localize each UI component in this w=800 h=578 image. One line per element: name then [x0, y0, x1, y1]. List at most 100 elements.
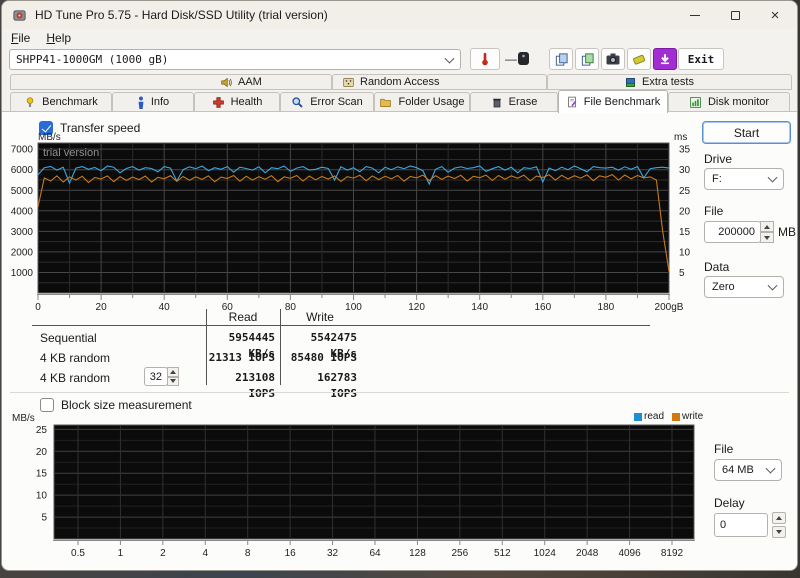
temperature-button[interactable]	[470, 48, 500, 70]
tab-folder-usage[interactable]: Folder Usage	[374, 92, 470, 111]
block-file-size-select[interactable]: 64 MB	[714, 459, 782, 481]
start-button[interactable]: Start	[702, 121, 791, 144]
svg-text:8192: 8192	[661, 548, 684, 559]
tab-error-scan-label: Error Scan	[310, 96, 363, 108]
svg-text:25: 25	[36, 425, 48, 436]
tab-health[interactable]: Health	[194, 92, 280, 111]
menu-help[interactable]: Help	[46, 31, 71, 45]
svg-text:140: 140	[471, 302, 488, 313]
svg-text:10: 10	[36, 491, 48, 502]
drive-selector-value: SHPP41-1000GM (1000 gB)	[16, 53, 169, 66]
data-pattern-select[interactable]: Zero	[704, 276, 784, 298]
random-qd32-read-value: 213108 IOPS	[235, 371, 275, 400]
stepper-up-button[interactable]	[167, 367, 179, 377]
drive-label: Drive	[704, 152, 733, 166]
minimize-icon	[690, 14, 700, 16]
stepper-up-button[interactable]	[772, 512, 786, 524]
chevron-down-icon	[767, 280, 778, 291]
copy-results-button[interactable]	[549, 48, 573, 70]
svg-text:40: 40	[159, 302, 171, 313]
table-header-rule	[32, 325, 650, 326]
drive-select[interactable]: F:	[704, 168, 784, 190]
tab-erase-label: Erase	[508, 96, 538, 108]
tab-file-benchmark[interactable]: File Benchmark	[558, 90, 668, 113]
tab-aam-content[interactable]: AAM	[220, 75, 262, 89]
chevron-down-icon	[765, 463, 776, 474]
close-button[interactable]: ×	[755, 1, 795, 29]
menu-file[interactable]: File	[11, 31, 30, 45]
svg-text:20: 20	[36, 447, 48, 458]
svg-text:20: 20	[679, 206, 691, 217]
table-divider	[280, 309, 281, 385]
file-size-unit: MB	[778, 225, 796, 239]
svg-text:2048: 2048	[576, 548, 599, 559]
close-icon: ×	[770, 6, 780, 24]
svg-text:180: 180	[598, 302, 615, 313]
minimize-button[interactable]	[675, 1, 715, 29]
drive-selector[interactable]: SHPP41-1000GM (1000 gB)	[9, 49, 461, 70]
stepper-down-button[interactable]	[167, 376, 179, 386]
camera-screenshot-icon	[606, 53, 620, 65]
window-title: HD Tune Pro 5.75 - Hard Disk/SSD Utility…	[35, 8, 328, 22]
tab-row-primary: Benchmark Info Health Error Scan Folder …	[2, 90, 797, 113]
maximize-button[interactable]	[715, 1, 755, 29]
svg-text:20: 20	[96, 302, 108, 313]
copy-compare-button[interactable]	[575, 48, 599, 70]
write-column-header: Write	[306, 310, 334, 324]
svg-text:7000: 7000	[11, 145, 34, 156]
tab-extra-tests-label: Extra tests	[642, 76, 694, 88]
stepper-up-button[interactable]	[760, 221, 774, 232]
tab-random-access-label: Random Access	[360, 76, 440, 88]
svg-text:25: 25	[679, 186, 691, 197]
tab-error-scan[interactable]: Error Scan	[280, 92, 374, 111]
svg-text:64: 64	[369, 548, 381, 559]
save-results-button[interactable]	[627, 48, 651, 70]
svg-text:1000: 1000	[11, 268, 34, 279]
sequential-write-value: 5542475 KB/s	[310, 331, 357, 360]
stepper-down-button[interactable]	[772, 526, 786, 538]
tab-file-benchmark-label: File Benchmark	[583, 96, 661, 108]
tab-row-secondary: AAM Random Access Extra tests	[2, 73, 797, 91]
tab-benchmark[interactable]: Benchmark	[10, 92, 112, 111]
row-4kb-random-qd32-label: 4 KB random	[40, 371, 111, 385]
save-results-icon	[633, 54, 646, 65]
benchmark-icon	[26, 96, 34, 107]
delay-stepper[interactable]	[772, 512, 786, 538]
menubar: File Help	[2, 29, 797, 47]
screenshot-button[interactable]	[601, 48, 625, 70]
file-size-input[interactable]: 200000	[704, 221, 761, 243]
svg-text:0.5: 0.5	[71, 548, 85, 559]
extra-tests-icon	[626, 77, 635, 87]
sequential-read-value: 5954445 KB/s	[228, 331, 275, 360]
error-scan-icon	[292, 96, 303, 108]
svg-text:35: 35	[679, 145, 691, 156]
download-icon	[661, 54, 669, 65]
svg-text:3000: 3000	[11, 227, 34, 238]
info-icon	[138, 95, 144, 109]
row-sequential-label: Sequential	[40, 331, 97, 345]
delay-input[interactable]: 0	[714, 513, 768, 537]
queue-depth-stepper[interactable]	[167, 367, 179, 386]
maximize-icon	[730, 10, 740, 20]
exit-button[interactable]: Exit	[678, 48, 724, 70]
tab-aam[interactable]	[10, 74, 332, 90]
tab-random-access-content[interactable]: Random Access	[342, 75, 439, 89]
section-divider	[10, 392, 789, 393]
transfer-speed-chart: 0 20 40 60 80 100 120 140 160 180 200gB70006000500…	[11, 132, 691, 313]
svg-text:200gB: 200gB	[655, 302, 684, 313]
download-button[interactable]	[653, 48, 677, 70]
queue-depth-input[interactable]: 32	[144, 367, 168, 386]
svg-text:2: 2	[160, 548, 166, 559]
delay-label: Delay	[714, 496, 745, 510]
svg-text:0: 0	[35, 302, 41, 313]
tab-extra-tests-content[interactable]: Extra tests	[624, 75, 694, 89]
file-size-stepper[interactable]	[760, 221, 774, 243]
tab-erase[interactable]: Erase	[470, 92, 558, 111]
start-label: Start	[733, 125, 760, 140]
stepper-down-button[interactable]	[760, 232, 774, 243]
drive-value: F:	[712, 173, 722, 185]
app-icon	[13, 9, 26, 21]
tab-disk-monitor[interactable]: Disk monitor	[668, 92, 790, 111]
tab-info[interactable]: Info	[112, 92, 194, 111]
arrow-down-icon	[776, 530, 782, 534]
